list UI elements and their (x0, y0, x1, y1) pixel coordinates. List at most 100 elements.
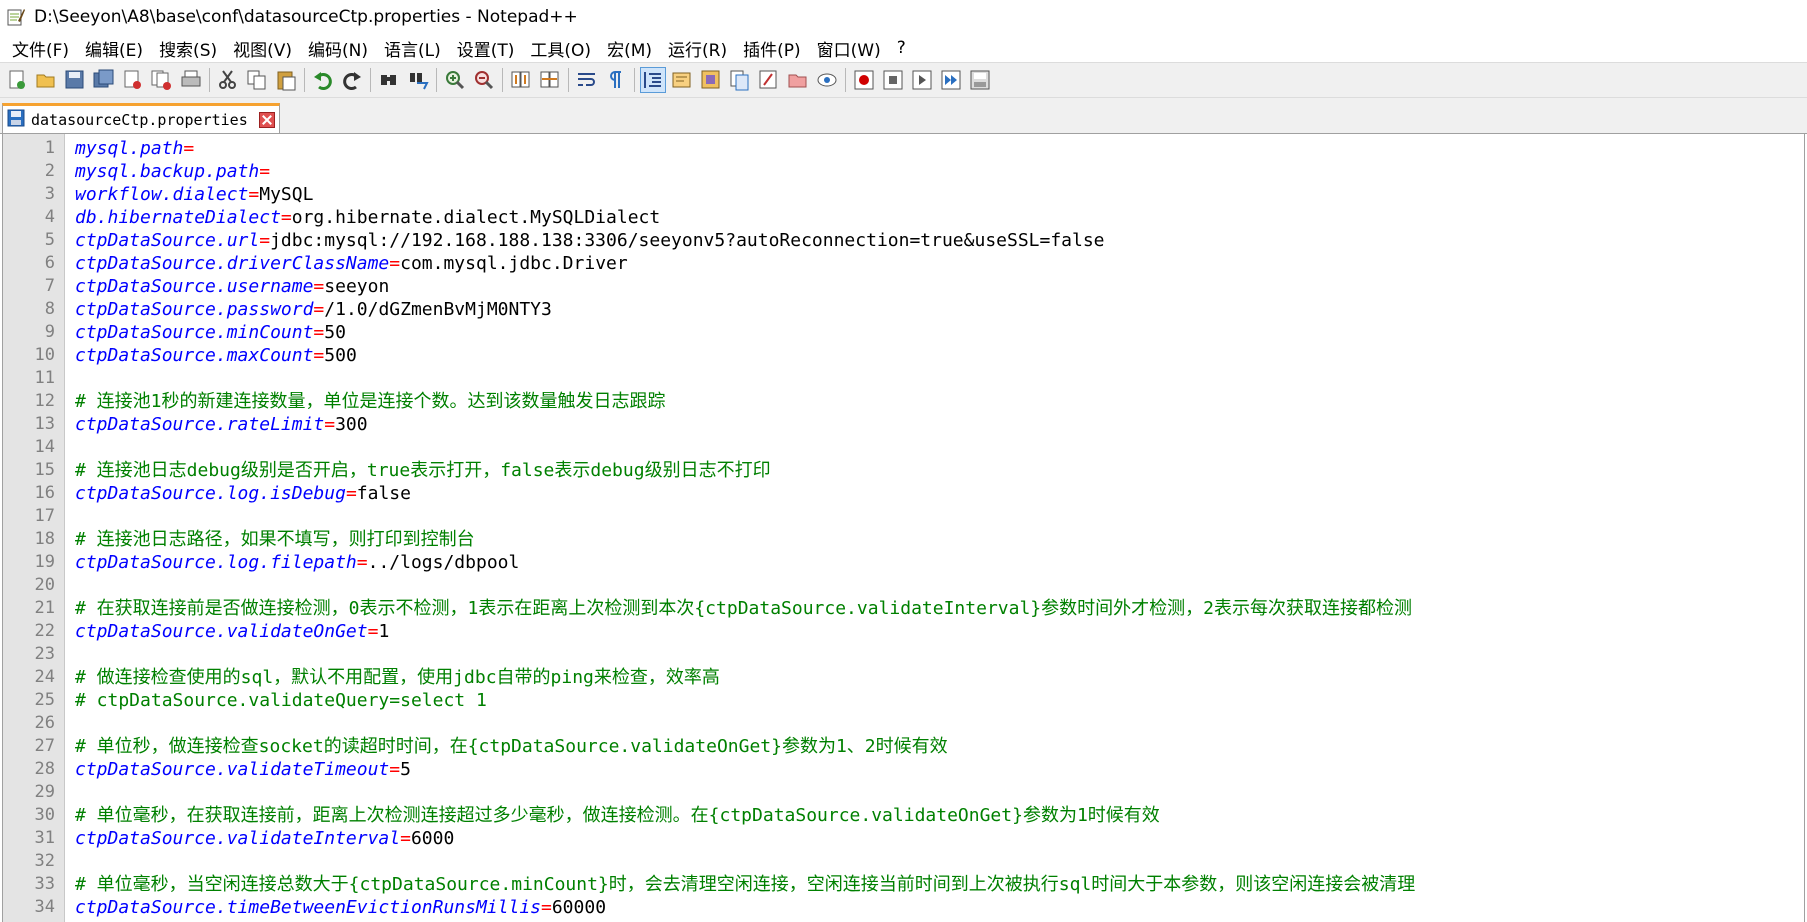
sync-vertical-icon[interactable] (508, 67, 534, 93)
code-line: 17 (3, 505, 1804, 528)
menu-item-5[interactable]: 语言(L) (376, 36, 449, 61)
redo-icon[interactable] (339, 67, 365, 93)
undo-icon[interactable] (310, 67, 336, 93)
menu-item-0[interactable]: 文件(F) (4, 36, 77, 61)
copy-icon[interactable] (244, 67, 270, 93)
property-value: /1.0/dGZmenBvMjM0NTY3 (324, 299, 552, 320)
macro-record-icon[interactable] (851, 67, 877, 93)
line-number: 8 (44, 299, 55, 319)
property-key: ctpDataSource.validateInterval (75, 828, 401, 849)
line-number: 13 (34, 414, 55, 434)
menu-item-3[interactable]: 视图(V) (225, 36, 300, 61)
macro-run-multiple-icon[interactable] (938, 67, 964, 93)
line-number: 22 (34, 621, 55, 641)
function-list-icon[interactable] (727, 67, 753, 93)
property-value: 60000 (551, 897, 607, 918)
menu-item-11[interactable]: 窗口(W) (809, 36, 889, 61)
menu-item-9[interactable]: 运行(R) (660, 36, 735, 61)
menu-item-10[interactable]: 插件(P) (735, 36, 809, 61)
property-value: 6000 (410, 828, 455, 849)
doc-map-icon[interactable] (698, 67, 724, 93)
menu-item-4[interactable]: 编码(N) (300, 36, 376, 61)
code-content: # ctpDataSource.validateQuery=select 1 (55, 689, 487, 712)
save-icon[interactable] (62, 67, 88, 93)
line-number: 24 (34, 667, 55, 687)
tab-bar: datasourceCtp.properties (0, 98, 1807, 134)
line-number: 23 (34, 644, 55, 664)
line-number: 9 (44, 322, 55, 342)
sync-horizontal-icon[interactable] (537, 67, 563, 93)
code-line: 18 # 连接池日志路径，如果不填写，则打印到控制台 (3, 528, 1804, 551)
code-content: # 单位毫秒，在获取连接前，距离上次检测连接超过多少毫秒，做连接检测。在{ctp… (55, 804, 1160, 827)
property-value: org.hibernate.dialect.MySQLDialect (291, 207, 661, 228)
menu-item-1[interactable]: 编辑(E) (77, 36, 151, 61)
code-content: ctpDataSource.log.filepath=../logs/dbpoo… (55, 551, 519, 574)
close-all-icon[interactable] (149, 67, 175, 93)
property-key: mysql.path (75, 138, 184, 159)
line-number: 26 (34, 713, 55, 733)
save-all-icon[interactable] (91, 67, 117, 93)
folder-workspace-icon[interactable] (756, 67, 782, 93)
paste-icon[interactable] (273, 67, 299, 93)
code-content: ctpDataSource.maxCount=500 (55, 344, 357, 367)
code-content (55, 367, 75, 390)
code-line: 15 # 连接池日志debug级别是否开启，true表示打开，false表示deb… (3, 459, 1804, 482)
line-number: 3 (44, 184, 55, 204)
zoom-out-icon[interactable] (471, 67, 497, 93)
equals-sign: = (541, 897, 552, 918)
editor[interactable]: 1 mysql.path= 2 mysql.backup.path= 3 workflow… (2, 133, 1805, 922)
window-title: D:\Seeyon\A8\base\conf\datasourceCtp.pro… (34, 7, 578, 27)
close-icon[interactable] (120, 67, 146, 93)
line-number: 29 (34, 782, 55, 802)
title-bar: D:\Seeyon\A8\base\conf\datasourceCtp.pro… (0, 0, 1807, 34)
line-number: 32 (34, 851, 55, 871)
line-number: 16 (34, 483, 55, 503)
user-language-icon[interactable] (669, 67, 695, 93)
cut-icon[interactable] (215, 67, 241, 93)
open-file-icon[interactable] (33, 67, 59, 93)
code-line: 12 # 连接池1秒的新建连接数量，单位是连接个数。达到该数量触发日志跟踪 (3, 390, 1804, 413)
line-number: 12 (34, 391, 55, 411)
show-all-chars-icon[interactable] (603, 67, 629, 93)
indent-guide-icon[interactable] (640, 67, 666, 93)
property-key: ctpDataSource.rateLimit (75, 414, 325, 435)
property-key: ctpDataSource.driverClassName (75, 253, 390, 274)
code-line: 32 (3, 850, 1804, 873)
property-value: seeyon (324, 276, 390, 297)
code-line: 11 (3, 367, 1804, 390)
toolbar-separator (502, 68, 503, 92)
menu-item-8[interactable]: 宏(M) (599, 36, 660, 61)
monitoring-icon[interactable] (814, 67, 840, 93)
code-line: 1 mysql.path= (3, 137, 1804, 160)
menu-item-2[interactable]: 搜索(S) (151, 36, 225, 61)
comment: # 做连接检查使用的sql，默认不用配置，使用jdbc自带的ping来检查，效率… (75, 667, 720, 688)
code-line: 3 workflow.dialect=MySQL (3, 183, 1804, 206)
code-line: 30 # 单位毫秒，在获取连接前，距离上次检测连接超过多少毫秒，做连接检测。在{c… (3, 804, 1804, 827)
line-number: 15 (34, 460, 55, 480)
code-line: 22 ctpDataSource.validateOnGet=1 (3, 620, 1804, 643)
print-icon[interactable] (178, 67, 204, 93)
toolbar-separator (845, 68, 846, 92)
document-list-icon[interactable] (785, 67, 811, 93)
property-key: ctpDataSource.password (75, 299, 314, 320)
code-content: # 连接池日志debug级别是否开启，true表示打开，false表示debug… (55, 459, 771, 482)
tab-close-icon[interactable] (259, 112, 275, 128)
menu-item-6[interactable]: 设置(T) (449, 36, 523, 61)
code-line: 14 (3, 436, 1804, 459)
macro-save-icon[interactable] (967, 67, 993, 93)
menu-item-12[interactable]: ? (889, 38, 914, 58)
code-content (55, 781, 75, 804)
equals-sign: = (345, 483, 357, 504)
comment: # 在获取连接前是否做连接检测，0表示不检测，1表示在距离上次检测到本次{ctp… (75, 598, 1412, 619)
line-number: 11 (34, 368, 55, 388)
menu-item-7[interactable]: 工具(O) (522, 36, 599, 61)
replace-icon[interactable] (405, 67, 431, 93)
macro-play-icon[interactable] (909, 67, 935, 93)
property-key: workflow.dialect (75, 184, 249, 205)
find-icon[interactable] (376, 67, 402, 93)
macro-stop-icon[interactable] (880, 67, 906, 93)
zoom-in-icon[interactable] (442, 67, 468, 93)
tab-datasourcectp-properties[interactable]: datasourceCtp.properties (2, 103, 280, 134)
word-wrap-icon[interactable] (574, 67, 600, 93)
new-file-icon[interactable] (4, 67, 30, 93)
